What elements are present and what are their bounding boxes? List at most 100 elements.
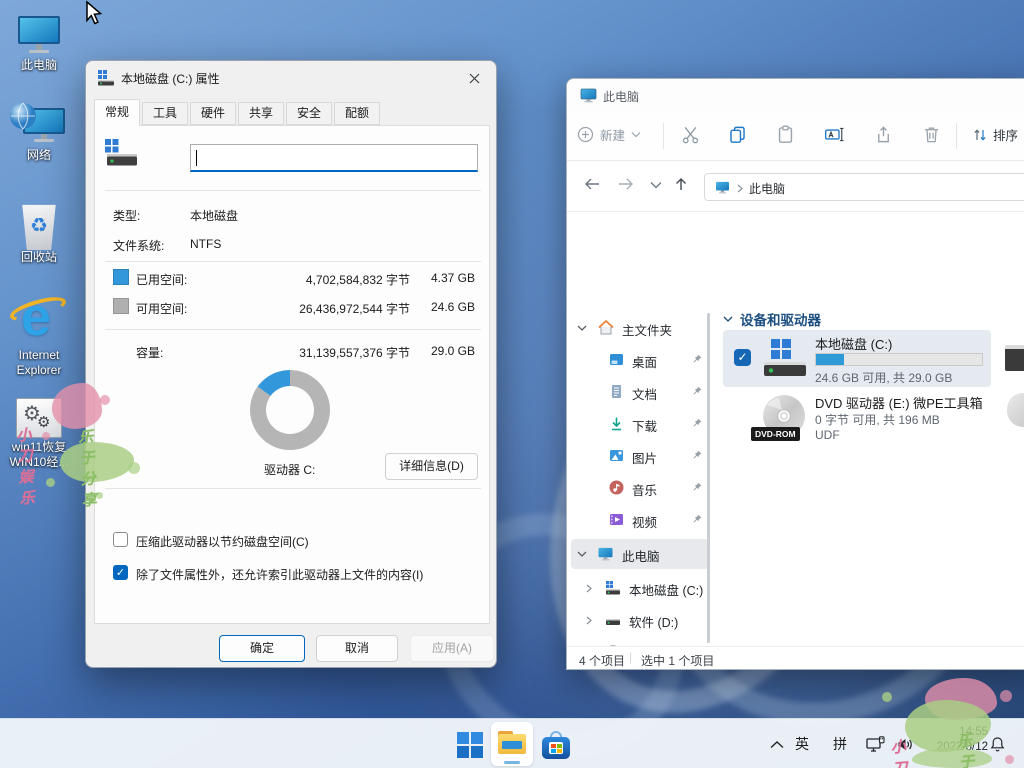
compress-checkbox[interactable] [113, 532, 128, 547]
explorer-navbar: 此电脑 [567, 162, 1024, 212]
taskbar: 英 拼 14:55 2022/8/12 [0, 718, 1024, 768]
up-button[interactable] [673, 176, 689, 192]
notification-bell-icon[interactable] [989, 736, 1006, 753]
desktop-icon-this-pc[interactable]: 此电脑 [0, 14, 78, 73]
sidebar-item-desktop[interactable]: 桌面 [571, 345, 709, 375]
details-button[interactable]: 详细信息(D) [385, 453, 478, 480]
chevron-down-icon[interactable] [723, 316, 733, 323]
breadcrumb[interactable]: 此电脑 [749, 180, 785, 197]
explorer-titlebar[interactable]: 此电脑 [567, 79, 1024, 111]
type-value: 本地磁盘 [190, 207, 238, 224]
chevron-down-icon[interactable] [577, 325, 587, 332]
ime-mode-button[interactable]: 拼 [833, 734, 847, 754]
pin-icon [691, 385, 703, 397]
explorer-title: 此电脑 [603, 88, 639, 105]
sidebar-scrollbar[interactable] [707, 313, 710, 643]
apply-button[interactable]: 应用(A) [410, 635, 494, 662]
capacity-size: 29.0 GB [415, 344, 475, 358]
file-item-partial[interactable] [1005, 345, 1024, 371]
chevron-down-icon[interactable] [577, 551, 587, 558]
taskbar-store-button[interactable] [538, 727, 574, 763]
ok-button[interactable]: 确定 [219, 635, 305, 662]
tab-hardware[interactable]: 硬件 [190, 102, 236, 125]
used-space-bytes: 4,702,584,832 字节 [265, 271, 410, 288]
recent-chevron-button[interactable] [650, 181, 662, 189]
type-label: 类型: [113, 207, 140, 224]
section-header[interactable]: 设备和驱动器 [740, 309, 821, 329]
sort-arrows-icon [972, 127, 988, 143]
sidebar-item-pictures[interactable]: 图片 [571, 441, 709, 471]
ime-language-button[interactable]: 英 [795, 734, 809, 754]
sidebar-item-drive-c[interactable]: 本地磁盘 (C:) [571, 573, 709, 603]
explorer-main: 设备和驱动器 ✓ 本地磁盘 (C:) 24.6 GB 可用, 共 29.0 GB [712, 213, 1024, 670]
item-checkbox[interactable]: ✓ [734, 349, 751, 366]
delete-button[interactable] [922, 125, 941, 144]
windows-logo-icon [457, 732, 483, 758]
dialog-titlebar[interactable]: 本地磁盘 (C:) 属性 [86, 61, 496, 101]
sidebar-item-videos[interactable]: 视频 [571, 505, 709, 535]
new-button[interactable]: 新建 [577, 125, 641, 144]
sidebar-item-drive-d[interactable]: 软件 (D:) [571, 605, 709, 635]
sidebar-item-this-pc[interactable]: 此电脑 [571, 539, 709, 569]
cancel-button[interactable]: 取消 [316, 635, 398, 662]
sidebar-item-drive-e[interactable]: DVD 驱动器 (E [571, 637, 709, 646]
paste-button[interactable] [776, 125, 795, 144]
file-item-partial[interactable] [1007, 393, 1024, 427]
close-button[interactable] [460, 65, 488, 91]
sidebar-item-music[interactable]: 音乐 [571, 473, 709, 503]
forward-button[interactable] [617, 176, 635, 192]
mouse-cursor [84, 0, 106, 30]
file-item-drive-c[interactable]: ✓ 本地磁盘 (C:) 24.6 GB 可用, 共 29.0 GB [723, 330, 991, 387]
desktop-icon-internet-explorer[interactable]: e Internet Explorer [0, 292, 78, 378]
rename-button[interactable] [824, 125, 844, 144]
free-space-bytes: 26,436,972,544 字节 [265, 300, 410, 317]
this-pc-icon [597, 547, 614, 561]
tray-chevron-up-icon[interactable] [770, 740, 784, 749]
desktop-icon-label: Internet Explorer [6, 348, 72, 378]
selected-count: 选中 1 个项目 [641, 652, 714, 669]
sort-button[interactable]: 排序 [972, 125, 1018, 144]
tab-quota[interactable]: 配额 [334, 102, 380, 125]
sidebar-item-downloads[interactable]: 下载 [571, 409, 709, 439]
chevron-right-icon[interactable] [586, 584, 592, 593]
file-item-dvd-e[interactable]: DVD-ROM DVD 驱动器 (E:) 微PE工具箱 0 字节 可用, 共 1… [723, 391, 991, 451]
volume-label-input[interactable] [190, 144, 478, 172]
pin-icon [691, 513, 703, 525]
back-button[interactable] [583, 176, 601, 192]
capacity-bytes: 31,139,557,376 字节 [265, 344, 410, 361]
desktop-icon-recycle-bin[interactable]: ♻ 回收站 [0, 204, 78, 265]
new-label: 新建 [600, 125, 625, 144]
tab-sharing[interactable]: 共享 [238, 102, 284, 125]
document-icon [609, 384, 624, 399]
desktop-icon-network[interactable]: 网络 [0, 102, 78, 163]
desktop-icon-label: 此电脑 [0, 58, 78, 73]
paste-icon [776, 125, 795, 144]
trash-icon [922, 125, 941, 144]
this-pc-icon [580, 88, 597, 103]
desktop-icon-label: 回收站 [0, 250, 78, 265]
share-button[interactable] [874, 125, 893, 144]
tab-general[interactable]: 常规 [94, 99, 140, 126]
sidebar-item-documents[interactable]: 文档 [571, 377, 709, 407]
desktop: { "desktop_icons": [ { "label": "此电脑" },… [0, 0, 1024, 768]
item-name: DVD 驱动器 (E:) 微PE工具箱 [815, 393, 983, 412]
store-icon [542, 731, 570, 759]
system-disk-icon [605, 580, 621, 596]
tab-tools[interactable]: 工具 [142, 102, 188, 125]
tab-security[interactable]: 安全 [286, 102, 332, 125]
free-space-size: 24.6 GB [415, 300, 475, 314]
index-checkbox[interactable]: ✓ [113, 565, 128, 580]
network-icon[interactable] [866, 736, 885, 753]
chevron-right-icon[interactable] [586, 616, 592, 625]
item-info: 0 字节 可用, 共 196 MB [815, 411, 940, 428]
pin-icon [691, 353, 703, 365]
cut-button[interactable] [681, 125, 700, 144]
copy-button[interactable] [728, 125, 747, 144]
taskbar-explorer-button[interactable] [491, 722, 533, 766]
properties-dialog: 本地磁盘 (C:) 属性 常规 工具 硬件 共享 安全 配额 类型: 本地磁盘 … [85, 60, 497, 668]
active-app-indicator [504, 761, 520, 764]
address-bar[interactable]: 此电脑 [704, 173, 1024, 201]
start-button[interactable] [452, 727, 488, 763]
sidebar-item-home[interactable]: 主文件夹 [571, 313, 709, 343]
pin-icon [691, 449, 703, 461]
